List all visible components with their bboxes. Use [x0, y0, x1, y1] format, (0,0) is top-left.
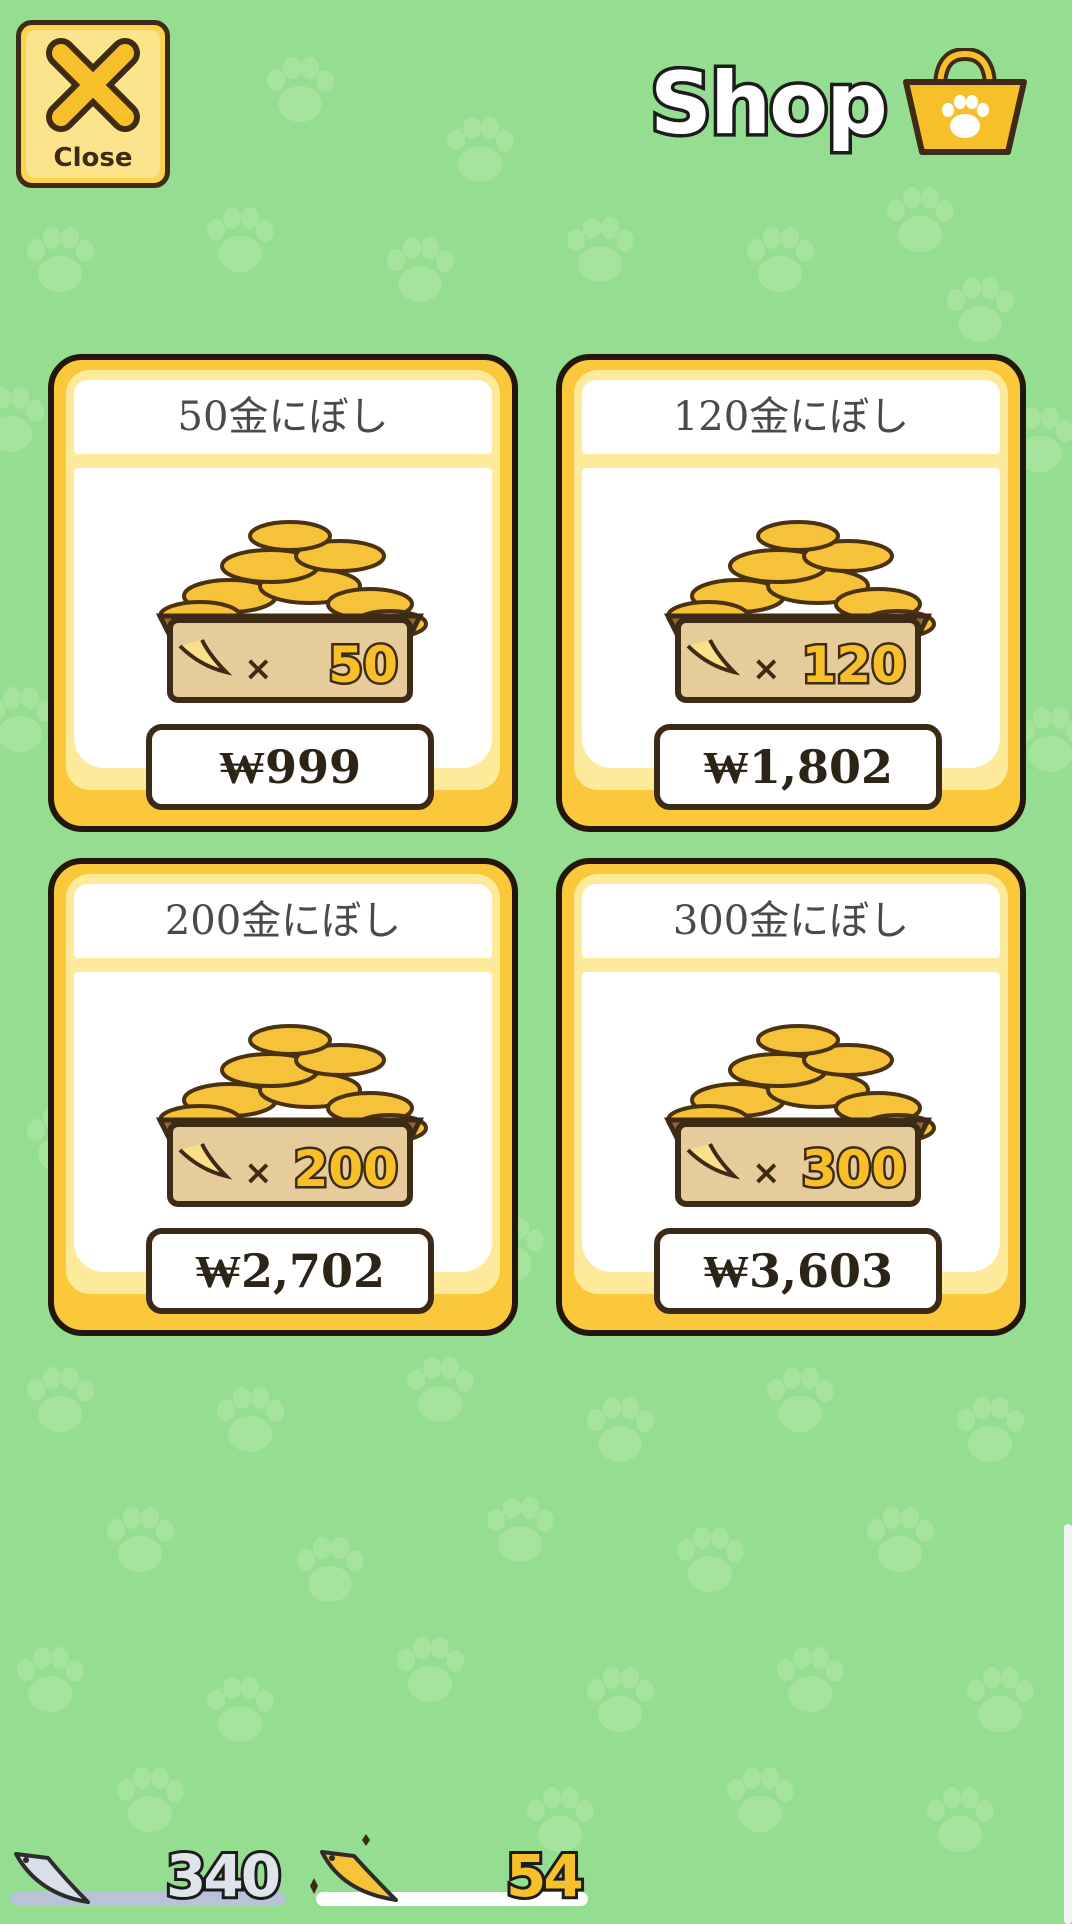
crate-quantity: 120 — [802, 636, 906, 694]
close-label: Close — [53, 143, 133, 173]
product-name: 200金にぼし — [74, 884, 492, 958]
shop-item-card[interactable]: 120金にぼし × 120 ₩1,802 — [556, 354, 1026, 832]
shop-item-card[interactable]: 50金にぼし × 50 ₩999 — [48, 354, 518, 832]
close-x-icon — [46, 38, 140, 132]
silver-fish-icon — [14, 1852, 90, 1904]
shop-item-card[interactable]: 300金にぼし × 300 ₩3,603 — [556, 858, 1026, 1336]
dried-fish-crate-icon: × 50 — [155, 520, 428, 703]
gold-fish-icon — [310, 1834, 398, 1902]
crate-multiplier: × — [244, 1153, 273, 1193]
dried-fish-crate-icon: × 200 — [155, 1024, 428, 1207]
crate-quantity: 50 — [328, 636, 398, 694]
silver-fish-count: 340 — [163, 1839, 284, 1913]
dried-fish-crate-icon: × 300 — [663, 1024, 936, 1207]
gold-fish-count: 54 — [503, 1839, 587, 1913]
crate-quantity: 300 — [802, 1140, 906, 1198]
shopping-bag-paw-icon — [903, 48, 1027, 155]
crate-multiplier: × — [752, 649, 781, 689]
dried-fish-crate-icon: × 120 — [663, 520, 936, 703]
product-name: 300金にぼし — [582, 884, 1000, 958]
crate-multiplier: × — [244, 649, 273, 689]
shop-title: Shop — [647, 51, 892, 158]
product-name: 120金にぼし — [582, 380, 1000, 454]
crate-multiplier: × — [752, 1153, 781, 1193]
crate-quantity: 200 — [294, 1140, 398, 1198]
price-button[interactable]: ₩999 — [146, 724, 434, 810]
product-name: 50金にぼし — [74, 380, 492, 454]
price-button[interactable]: ₩2,702 — [146, 1228, 434, 1314]
price-button[interactable]: ₩3,603 — [654, 1228, 942, 1314]
close-button[interactable]: Close — [16, 20, 170, 188]
scrollbar[interactable] — [1064, 1524, 1072, 1924]
price-button[interactable]: ₩1,802 — [654, 724, 942, 810]
shop-item-card[interactable]: 200金にぼし × 200 ₩2,702 — [48, 858, 518, 1336]
